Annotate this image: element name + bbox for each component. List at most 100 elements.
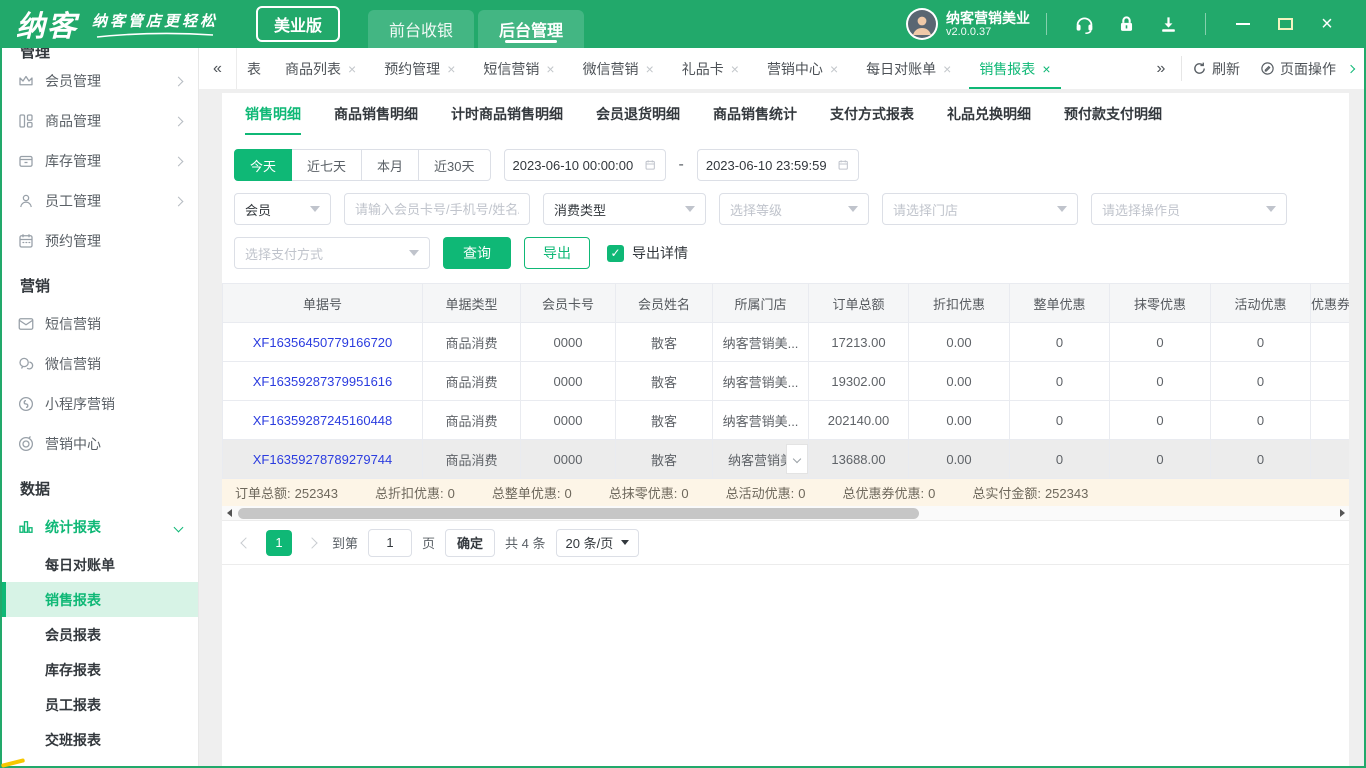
- date-to-input[interactable]: [706, 158, 834, 173]
- sidebar-item-wechat-marketing[interactable]: 微信营销: [2, 344, 198, 384]
- summary-discount-total: 总折扣优惠:0: [375, 483, 455, 502]
- sidebar-item-staff[interactable]: 员工管理: [2, 181, 198, 221]
- current-page-button[interactable]: 1: [266, 530, 292, 556]
- open-tab-marketing-center[interactable]: 营销中心×: [753, 48, 852, 89]
- member-search-field[interactable]: [344, 193, 530, 225]
- range-month-button[interactable]: 本月: [361, 149, 419, 181]
- customer-service-icon[interactable]: [1073, 13, 1095, 35]
- subtab-timed-product-sales-detail[interactable]: 计时商品销售明细: [451, 93, 563, 135]
- order-link[interactable]: XF16359287379951616: [223, 362, 423, 401]
- sidebar-item-statistics-reports[interactable]: 统计报表: [2, 507, 198, 547]
- level-select[interactable]: 选择等级: [719, 193, 869, 225]
- download-icon[interactable]: [1157, 13, 1179, 35]
- nav-tab-cashier[interactable]: 前台收银: [368, 10, 474, 48]
- sidebar-item-appointments[interactable]: 预约管理: [2, 221, 198, 261]
- subtab-product-sales-stats[interactable]: 商品销售统计: [713, 93, 797, 135]
- close-tab-icon[interactable]: ×: [646, 61, 654, 77]
- close-button[interactable]: ×: [1316, 13, 1338, 35]
- date-from-input[interactable]: [513, 158, 641, 173]
- order-link[interactable]: XF16356450779166720: [223, 323, 423, 362]
- export-button[interactable]: 导出: [524, 237, 590, 269]
- member-search-input[interactable]: [355, 202, 519, 217]
- close-tab-icon[interactable]: ×: [546, 61, 554, 77]
- sidebar-subitem-member-report[interactable]: 会员报表: [2, 617, 198, 652]
- brand-name: 纳客: [16, 3, 78, 45]
- sales-table: 单据号 单据类型 会员卡号 会员姓名 所属门店 订单总额 折扣优惠 整单优惠 抹…: [222, 283, 1349, 479]
- subtab-payment-method-report[interactable]: 支付方式报表: [830, 93, 914, 135]
- open-tab-product-list[interactable]: 商品列表×: [271, 48, 370, 89]
- close-tab-icon[interactable]: ×: [447, 61, 455, 77]
- goto-page-input[interactable]: [368, 529, 412, 557]
- horizontal-scrollbar[interactable]: [222, 506, 1349, 521]
- row-expander[interactable]: [786, 444, 808, 474]
- filter-panel: 今天 近七天 本月 近30天 -: [222, 135, 1349, 269]
- scrollbar-thumb[interactable]: [238, 508, 919, 519]
- subtab-gift-redemption-detail[interactable]: 礼品兑换明细: [947, 93, 1031, 135]
- collapse-tabs-button[interactable]: «: [199, 48, 237, 89]
- scroll-right-arrow[interactable]: [1335, 509, 1349, 517]
- range-7days-button[interactable]: 近七天: [291, 149, 362, 181]
- consume-type-select[interactable]: 消费类型: [543, 193, 706, 225]
- expand-tabs-button[interactable]: »: [1141, 48, 1181, 89]
- prev-page-button[interactable]: [236, 539, 256, 547]
- minimize-button[interactable]: [1232, 13, 1254, 35]
- open-tab-giftcard[interactable]: 礼品卡×: [668, 48, 753, 89]
- subtab-prepayment-detail[interactable]: 预付款支付明细: [1064, 93, 1162, 135]
- sidebar-subitem-sales-report[interactable]: 销售报表: [2, 582, 198, 617]
- open-tab-clipped[interactable]: 表: [237, 48, 271, 89]
- order-link[interactable]: XF16359287245160448: [223, 401, 423, 440]
- close-tab-icon[interactable]: ×: [731, 61, 739, 77]
- sidebar-item-inventory[interactable]: 库存管理: [2, 141, 198, 181]
- date-from-field[interactable]: [504, 149, 666, 181]
- open-tab-appointments[interactable]: 预约管理×: [370, 48, 469, 89]
- open-tab-wechat[interactable]: 微信营销×: [569, 48, 668, 89]
- operator-select[interactable]: 请选择操作员: [1091, 193, 1287, 225]
- close-tab-icon[interactable]: ×: [943, 61, 951, 77]
- report-card: 销售明细 商品销售明细 计时商品销售明细 会员退货明细 商品销售统计 支付方式报…: [222, 93, 1349, 766]
- subtab-member-returns-detail[interactable]: 会员退货明细: [596, 93, 680, 135]
- range-30days-button[interactable]: 近30天: [418, 149, 490, 181]
- search-button[interactable]: 查询: [443, 237, 511, 269]
- sidebar-subitem-inventory-report[interactable]: 库存报表: [2, 652, 198, 687]
- export-detail-checkbox-group[interactable]: ✓ 导出详情: [607, 243, 688, 263]
- scrollbar-track[interactable]: [236, 508, 1335, 519]
- confirm-page-button[interactable]: 确定: [445, 529, 495, 557]
- date-to-field[interactable]: [697, 149, 859, 181]
- payment-method-select[interactable]: 选择支付方式: [234, 237, 430, 269]
- nav-tab-backoffice[interactable]: 后台管理: [478, 10, 584, 48]
- checkbox-checked-icon[interactable]: ✓: [607, 245, 624, 262]
- member-type-select[interactable]: 会员: [234, 193, 331, 225]
- sidebar-item-marketing-center[interactable]: 营销中心: [2, 424, 198, 464]
- sidebar-item-miniprogram-marketing[interactable]: 小程序营销: [2, 384, 198, 424]
- range-today-button[interactable]: 今天: [234, 149, 292, 181]
- sidebar-item-sms-marketing[interactable]: 短信营销: [2, 304, 198, 344]
- page-size-select[interactable]: 20 条/页: [556, 529, 640, 557]
- close-tab-icon[interactable]: ×: [1042, 61, 1050, 77]
- sidebar-item-products[interactable]: 商品管理: [2, 101, 198, 141]
- subtab-sales-detail[interactable]: 销售明细: [245, 93, 301, 135]
- maximize-button[interactable]: [1274, 13, 1296, 35]
- sidebar-subitem-shift-report[interactable]: 交班报表: [2, 722, 198, 757]
- store-select[interactable]: 请选择门店: [882, 193, 1078, 225]
- subtab-product-sales-detail[interactable]: 商品销售明细: [334, 93, 418, 135]
- close-tab-icon[interactable]: ×: [348, 61, 356, 77]
- refresh-button[interactable]: 刷新: [1182, 48, 1250, 89]
- order-link[interactable]: XF16359278789279744: [223, 440, 423, 479]
- page-actions-button[interactable]: 页面操作: [1250, 48, 1346, 89]
- open-tab-sms[interactable]: 短信营销×: [469, 48, 568, 89]
- lock-icon[interactable]: [1115, 13, 1137, 35]
- edition-button[interactable]: 美业版: [256, 6, 340, 42]
- avatar[interactable]: [906, 8, 938, 40]
- close-tab-icon[interactable]: ×: [830, 61, 838, 77]
- person-icon: [17, 192, 35, 210]
- next-page-button[interactable]: [302, 539, 322, 547]
- table-row: XF16359287379951616 商品消费 0000 散客 纳客营销美..…: [223, 362, 1350, 401]
- sidebar-item-members[interactable]: 会员管理: [2, 61, 198, 101]
- open-tab-daily-statement[interactable]: 每日对账单×: [852, 48, 965, 89]
- scroll-left-arrow[interactable]: [222, 509, 236, 517]
- open-tab-sales-report[interactable]: 销售报表×: [965, 48, 1064, 89]
- sidebar-subitem-daily-statement[interactable]: 每日对账单: [2, 547, 198, 582]
- sidebar-subitem-staff-report[interactable]: 员工报表: [2, 687, 198, 722]
- wechat-icon: [17, 355, 35, 373]
- more-actions-chevron[interactable]: [1346, 48, 1364, 89]
